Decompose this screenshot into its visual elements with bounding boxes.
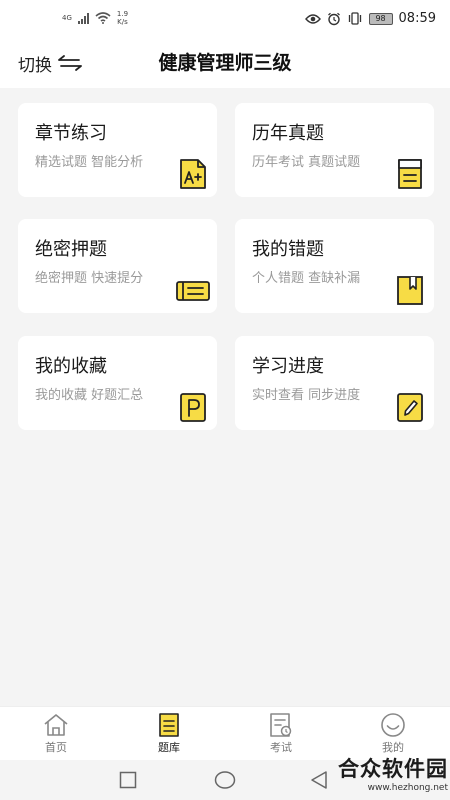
card-subtitle: 精选试题 智能分析 bbox=[35, 155, 144, 170]
header: 切换 健康管理师三级 bbox=[0, 40, 450, 88]
card-subtitle: 绝密押题 快速提分 bbox=[35, 271, 144, 286]
card-past-exams[interactable]: 历年真题 历年考试 真题试题 bbox=[235, 103, 434, 197]
battery-indicator: 98 bbox=[368, 12, 393, 25]
nav-label: 首页 bbox=[45, 741, 67, 754]
nav-exam[interactable]: 考试 bbox=[241, 713, 321, 755]
card-subtitle: 个人错题 查缺补漏 bbox=[252, 271, 361, 286]
home-circle-icon[interactable] bbox=[214, 770, 236, 790]
ticket-icon bbox=[176, 281, 210, 301]
card-title: 绝密押题 bbox=[35, 239, 107, 260]
network-speed: 1.9 K/s bbox=[117, 10, 128, 26]
eye-icon bbox=[304, 13, 321, 24]
speed-value: 1.9 bbox=[116, 10, 129, 18]
document-icon bbox=[398, 159, 422, 189]
network-type: 4G bbox=[62, 13, 72, 22]
watermark: 合众软件园 www.hezhong.net bbox=[310, 753, 448, 799]
nav-label: 题库 bbox=[158, 741, 180, 754]
signal-icon bbox=[77, 12, 89, 24]
card-my-mistakes[interactable]: 我的错题 个人错题 查缺补漏 bbox=[235, 219, 434, 313]
card-my-favorites[interactable]: 我的收藏 我的收藏 好题汇总 bbox=[18, 336, 217, 430]
card-subtitle: 历年考试 真题试题 bbox=[252, 155, 361, 170]
grade-a-plus-icon bbox=[180, 159, 206, 189]
home-icon bbox=[44, 714, 68, 736]
status-bar: 4G 1.9 K/s 98 08:59 bbox=[0, 0, 450, 40]
speed-unit: K/s bbox=[117, 18, 128, 26]
question-bank-icon bbox=[159, 713, 179, 737]
switch-label: 切换 bbox=[18, 55, 52, 76]
swap-arrows-icon bbox=[58, 55, 82, 71]
card-title: 我的错题 bbox=[252, 239, 324, 260]
card-study-progress[interactable]: 学习进度 实时查看 同步进度 bbox=[235, 336, 434, 430]
watermark-text: 合众软件园 bbox=[338, 757, 448, 781]
bottom-nav: 首页 题库 考试 我的 bbox=[0, 706, 450, 760]
nav-question-bank[interactable]: 题库 bbox=[129, 713, 209, 755]
card-subtitle: 实时查看 同步进度 bbox=[252, 388, 361, 403]
card-chapter-practice[interactable]: 章节练习 精选试题 智能分析 bbox=[18, 103, 217, 197]
recent-apps-icon[interactable] bbox=[119, 771, 137, 789]
alarm-icon bbox=[327, 12, 340, 25]
card-title: 历年真题 bbox=[252, 123, 324, 144]
nav-home[interactable]: 首页 bbox=[16, 713, 96, 755]
card-title: 章节练习 bbox=[35, 123, 107, 144]
pencil-note-icon bbox=[397, 393, 423, 422]
card-title: 我的收藏 bbox=[35, 356, 107, 377]
nav-profile[interactable]: 我的 bbox=[353, 713, 433, 755]
watermark-url: www.hezhong.net bbox=[367, 783, 448, 793]
card-secret-questions[interactable]: 绝密押题 绝密押题 快速提分 bbox=[18, 219, 217, 313]
nav-label: 考试 bbox=[270, 741, 292, 754]
status-left: 4G 1.9 K/s bbox=[62, 10, 128, 26]
vibrate-icon bbox=[348, 12, 361, 25]
p-note-icon bbox=[180, 393, 206, 422]
wifi-icon bbox=[95, 12, 111, 24]
card-title: 学习进度 bbox=[252, 356, 324, 377]
card-subtitle: 我的收藏 好题汇总 bbox=[35, 388, 144, 403]
profile-smile-icon bbox=[381, 713, 405, 737]
clock: 08:59 bbox=[398, 11, 436, 26]
switch-button[interactable]: 切换 bbox=[18, 50, 82, 76]
status-right: 98 08:59 bbox=[304, 11, 436, 26]
bookmark-book-icon bbox=[397, 276, 423, 305]
exam-icon bbox=[270, 713, 292, 737]
